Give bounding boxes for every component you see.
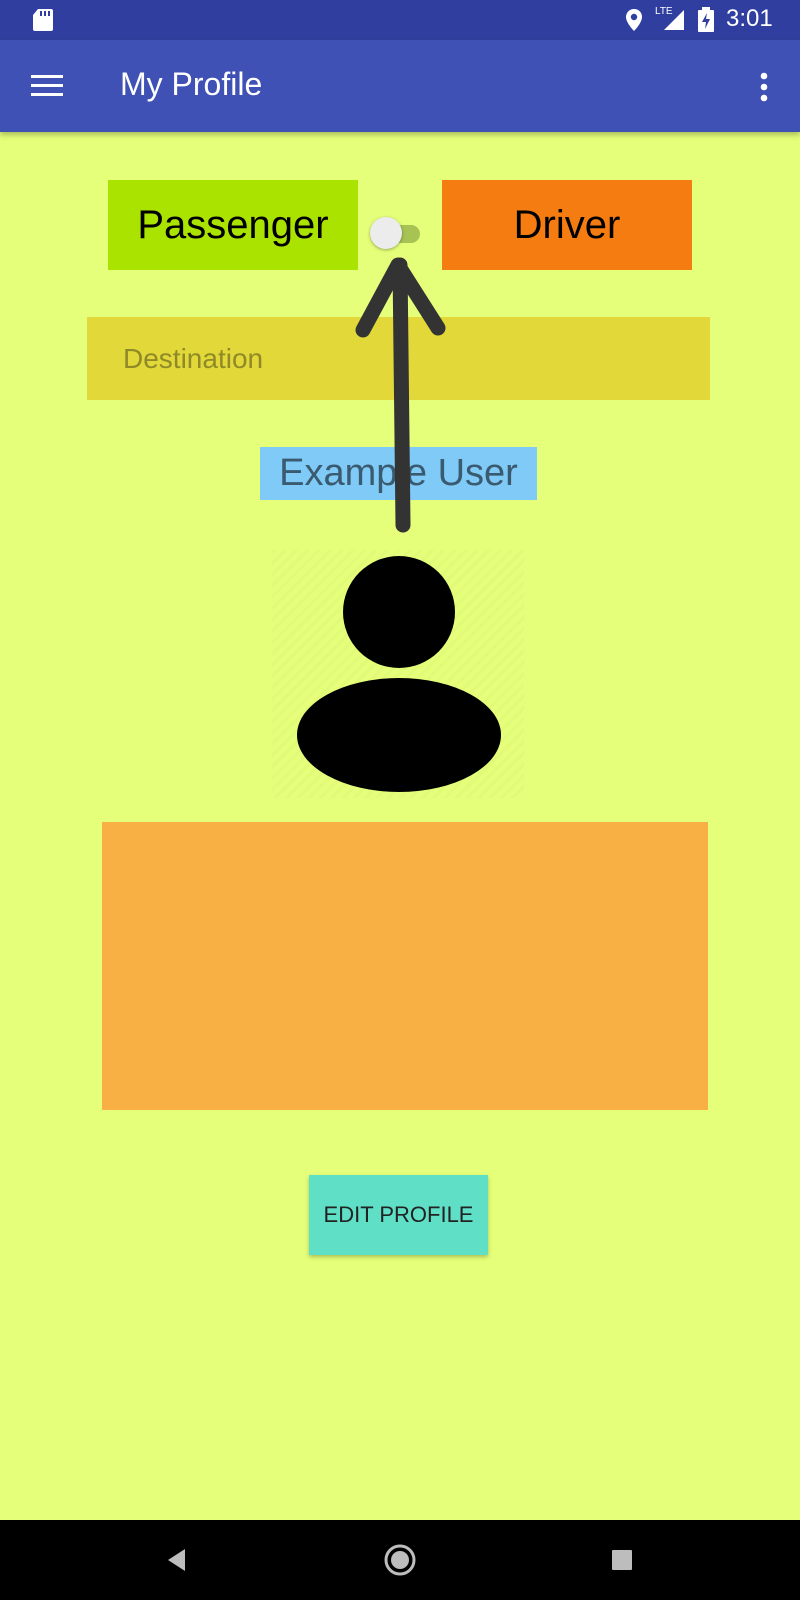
menu-button[interactable] (22, 64, 70, 108)
avatar (272, 550, 524, 798)
nav-home-button[interactable] (380, 1540, 420, 1580)
recents-icon (612, 1550, 632, 1570)
system-nav-bar (0, 1520, 800, 1600)
app-bar: My Profile (0, 40, 800, 132)
profile-bio-box (102, 822, 708, 1110)
more-vert-icon (760, 72, 768, 102)
person-icon (297, 556, 501, 792)
home-icon (384, 1544, 416, 1576)
toggle-thumb (370, 217, 402, 249)
status-bar: LTE 3:01 (0, 0, 800, 40)
location-icon (626, 9, 642, 31)
status-clock: 3:01 (726, 5, 773, 32)
nav-recents-button[interactable] (602, 1540, 642, 1580)
overflow-menu-button[interactable] (740, 64, 788, 112)
page-title: My Profile (120, 66, 263, 102)
sd-card-icon (33, 9, 53, 31)
driver-button[interactable]: Driver (442, 180, 692, 270)
battery-charging-icon (698, 7, 714, 32)
back-icon (168, 1549, 185, 1571)
nav-back-button[interactable] (158, 1540, 198, 1580)
edit-profile-button[interactable]: EDIT PROFILE (309, 1175, 488, 1255)
destination-input[interactable] (87, 317, 710, 400)
mode-toggle-switch[interactable] (368, 215, 424, 249)
signal-icon (664, 10, 684, 30)
passenger-button[interactable]: Passenger (108, 180, 358, 270)
username-label: Example User (260, 447, 537, 500)
hamburger-menu-icon (31, 75, 63, 96)
